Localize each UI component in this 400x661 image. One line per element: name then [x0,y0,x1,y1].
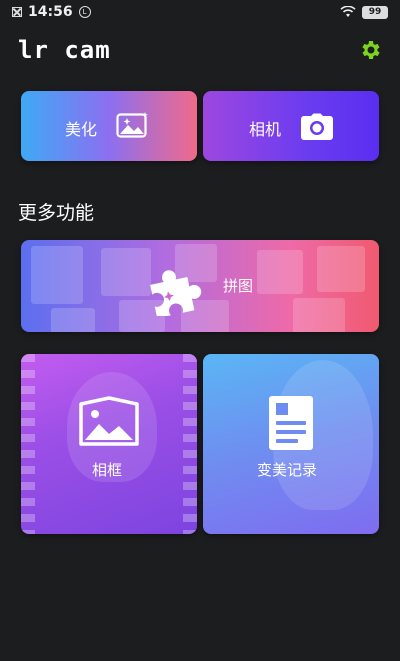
collage-photo [293,298,345,332]
puzzle-icon [150,270,202,316]
collage-photo [31,246,83,304]
collage-photo [101,248,151,296]
beauty-record-card[interactable]: 变美记录 [203,354,379,534]
notification-icon [12,7,22,17]
beautify-card[interactable]: 美化 [21,91,197,161]
status-bar: 14:56 L 99 [0,0,400,24]
wifi-icon [340,6,356,17]
camera-label: 相机 [249,120,282,139]
film-strip-right [183,354,197,534]
collage-photo [51,308,95,332]
collage-photo [257,250,303,294]
status-time: 14:56 [28,4,73,20]
beautify-label: 美化 [65,120,98,139]
status-badge-icon: L [78,6,91,18]
gear-icon[interactable] [358,38,382,62]
battery-indicator: 99 [362,5,388,19]
film-strip-left [21,354,35,534]
document-icon [269,396,313,450]
picture-frame-icon [79,396,139,446]
beauty-record-label: 变美记录 [257,461,318,479]
camera-icon [301,113,333,140]
status-bar-left: 14:56 L [12,4,91,20]
app-title: lr cam [18,36,111,64]
collage-card[interactable]: 拼图 [21,240,379,332]
collage-label: 拼图 [223,277,254,295]
status-bar-right: 99 [340,5,388,19]
collage-photo [317,246,365,292]
frame-card[interactable]: 相框 [21,354,197,534]
frame-label: 相框 [92,461,123,479]
camera-card[interactable]: 相机 [203,91,379,161]
app-screen: 14:56 L 99 lr cam 美化 相机 更多功能 拼图 相框 变美记录 [0,0,400,661]
image-sparkle-icon [116,112,148,138]
more-features-title: 更多功能 [18,202,95,224]
